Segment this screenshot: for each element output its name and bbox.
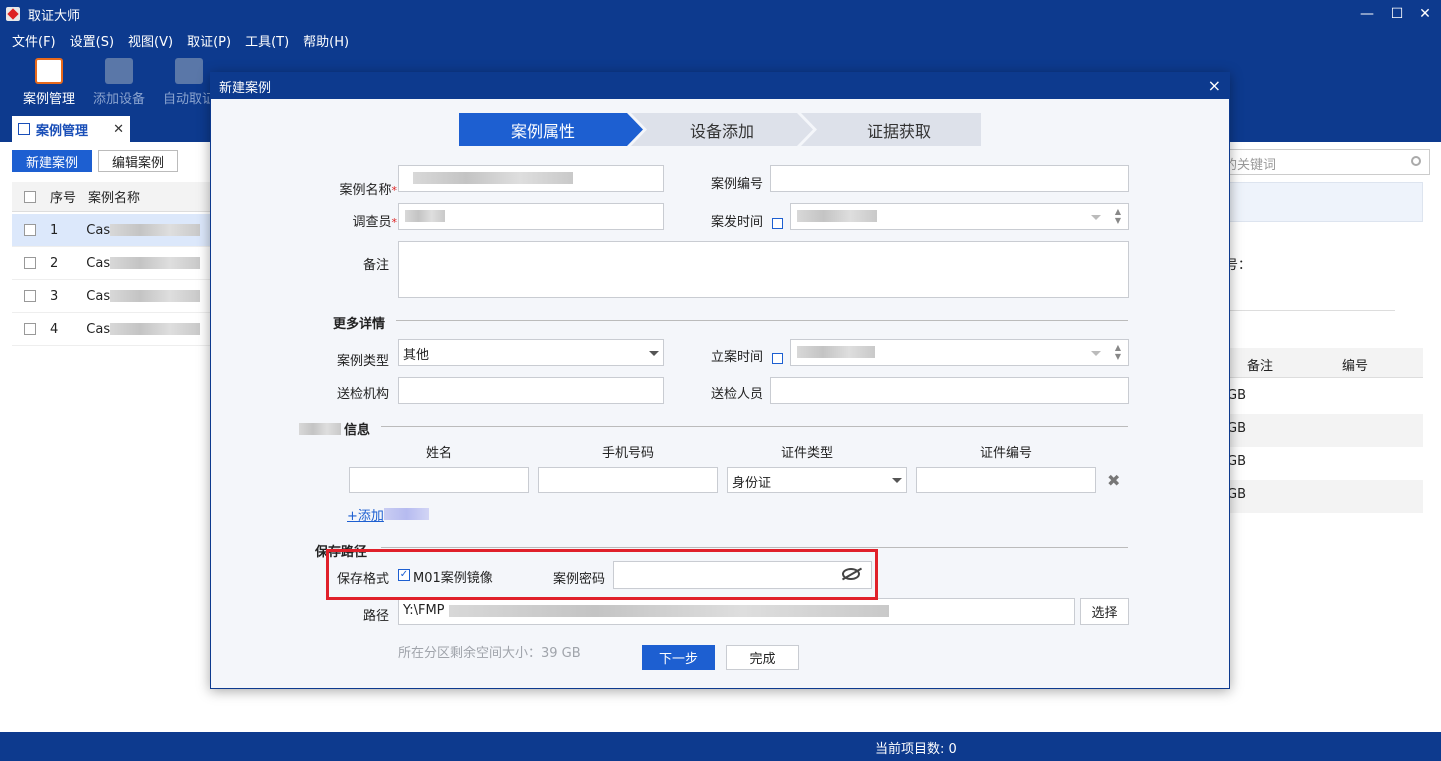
id-type-select[interactable]: 身份证 [727, 467, 907, 493]
remove-row-icon[interactable]: ✖ [1107, 471, 1120, 490]
divider [381, 547, 1128, 548]
notes-textarea[interactable] [398, 241, 1129, 298]
chevron-down-icon [892, 478, 902, 483]
path-label: 路径 [362, 609, 389, 624]
case-number-label: 案例编号 [710, 177, 763, 192]
notes-label: 备注 [362, 258, 389, 273]
more-details-heading: 更多详情 [333, 317, 386, 332]
filing-time-label: 立案时间 [710, 350, 763, 365]
redacted-text [384, 508, 429, 520]
chevron-down-icon [649, 351, 659, 356]
investigator-label-text: 调查员 [352, 215, 392, 230]
case-name-input[interactable] [398, 165, 664, 192]
submit-person-label: 送检人员 [710, 387, 763, 402]
case-type-select[interactable]: 其他 [398, 339, 664, 366]
col-phone: 手机号码 [601, 446, 654, 461]
submit-person-input[interactable] [770, 377, 1129, 404]
redacted-text [413, 171, 573, 184]
free-space-hint: 所在分区剩余空间大小：39 GB [398, 646, 581, 661]
person-info-heading: 信息 [344, 423, 371, 438]
incident-time-label: 案发时间 [710, 215, 763, 230]
step-case-properties[interactable]: 案例属性 [459, 113, 627, 146]
col-person-name: 姓名 [425, 446, 452, 461]
investigator-label: 调查员* [321, 211, 397, 230]
person-name-input[interactable] [349, 467, 529, 493]
next-step-button[interactable]: 下一步 [642, 645, 715, 670]
choose-path-button[interactable]: 选择 [1080, 598, 1129, 625]
investigator-input[interactable] [398, 203, 664, 230]
redacted-text [797, 209, 877, 222]
redacted-text [299, 423, 341, 435]
case-name-label-text: 案例名称 [339, 183, 392, 198]
red-highlight-annotation [326, 549, 878, 600]
add-person-link[interactable]: +添加 [347, 505, 384, 524]
case-type-label: 案例类型 [336, 354, 389, 369]
spin-buttons-icon[interactable]: ▲ ▼ [1113, 343, 1123, 361]
path-input[interactable]: Y:\FMP [398, 598, 1075, 625]
required-mark: * [391, 184, 398, 197]
case-name-label: 案例名称* [321, 179, 397, 198]
step-add-device[interactable]: 设备添加 [647, 113, 797, 146]
finish-button[interactable]: 完成 [726, 645, 799, 670]
chevron-down-icon [1091, 215, 1101, 220]
phone-input[interactable] [538, 467, 718, 493]
incident-time-picker[interactable]: ▲ ▼ [790, 203, 1129, 230]
case-number-input[interactable] [770, 165, 1129, 192]
dialog-close-button[interactable]: × [1208, 76, 1221, 95]
redacted-text [448, 604, 889, 617]
col-id-type: 证件类型 [780, 446, 833, 461]
spin-buttons-icon[interactable]: ▲ ▼ [1113, 207, 1123, 225]
id-type-value: 身份证 [732, 476, 772, 491]
submit-org-input[interactable] [398, 377, 664, 404]
redacted-text [405, 209, 445, 222]
step-evidence-acquisition[interactable]: 证据获取 [817, 113, 981, 146]
modal-overlay: 新建案例 × 案例属性 设备添加 证据获取 案例名称* 案例编号 调查员* 案发… [0, 0, 1441, 761]
submit-org-label: 送检机构 [336, 387, 389, 402]
incident-time-checkbox[interactable] [772, 218, 783, 229]
id-number-input[interactable] [916, 467, 1096, 493]
col-id-number: 证件编号 [979, 446, 1032, 461]
divider [396, 320, 1128, 321]
dialog-title: 新建案例 [219, 80, 272, 96]
wizard-steps: 案例属性 设备添加 证据获取 [459, 113, 981, 146]
path-value: Y:\FMP [403, 603, 445, 618]
required-mark: * [391, 216, 398, 229]
filing-time-picker[interactable]: ▲ ▼ [790, 339, 1129, 366]
redacted-text [797, 345, 875, 358]
divider [381, 426, 1128, 427]
filing-time-checkbox[interactable] [772, 353, 783, 364]
chevron-down-icon [1091, 351, 1101, 356]
dialog-title-bar: 新建案例 × [211, 73, 1229, 99]
case-type-value: 其他 [403, 348, 430, 363]
